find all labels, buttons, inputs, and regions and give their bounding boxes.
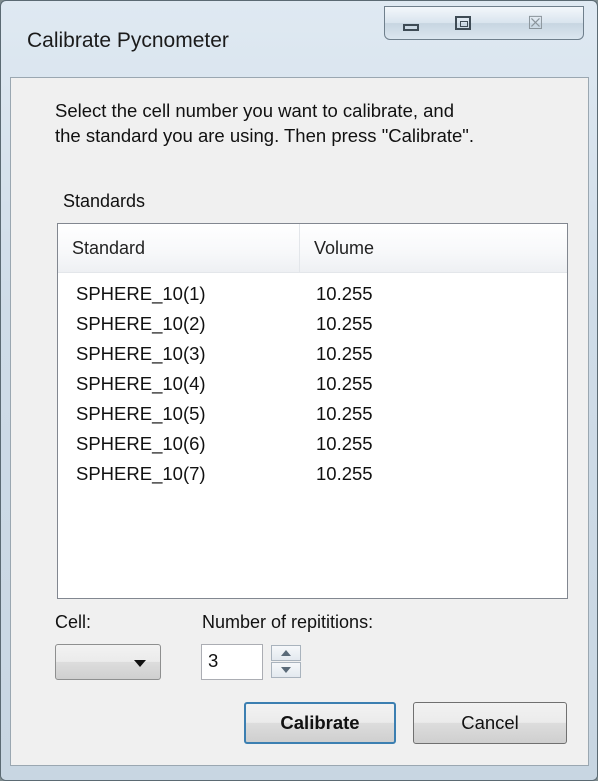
list-header: Standard Volume (58, 224, 567, 273)
standards-list[interactable]: Standard Volume SPHERE_10(1) 10.255 SPHE… (57, 223, 568, 599)
standard-name: SPHERE_10(4) (76, 373, 206, 394)
standards-label: Standards (63, 191, 146, 211)
cell-label: Cell: (55, 612, 92, 632)
standard-volume: 10.255 (316, 313, 373, 334)
calibrate-button[interactable]: Calibrate (244, 702, 396, 744)
standard-volume: 10.255 (316, 403, 373, 424)
minimize-button[interactable] (384, 6, 438, 40)
window-title: Calibrate Pycnometer (27, 29, 229, 52)
list-item[interactable]: SPHERE_10(4) 10.255 (58, 370, 567, 400)
list-item[interactable]: SPHERE_10(7) 10.255 (58, 460, 567, 490)
spin-down-button[interactable] (271, 662, 301, 678)
repetitions-label: Number of repititions: (202, 612, 374, 632)
instructions-text: Select the cell number you want to calib… (55, 100, 475, 146)
maximize-button[interactable] (437, 6, 489, 40)
column-header-standard[interactable]: Standard (58, 224, 300, 272)
list-item[interactable]: SPHERE_10(3) 10.255 (58, 340, 567, 370)
close-icon: ☒ (527, 12, 544, 33)
cancel-button[interactable]: Cancel (413, 702, 567, 744)
cell-dropdown[interactable] (55, 644, 161, 680)
list-item[interactable]: SPHERE_10(1) 10.255 (58, 280, 567, 310)
column-header-volume[interactable]: Volume (300, 224, 568, 272)
standard-name: SPHERE_10(5) (76, 403, 206, 424)
repetitions-input[interactable]: 3 (201, 644, 263, 680)
list-rows: SPHERE_10(1) 10.255 SPHERE_10(2) 10.255 … (58, 280, 567, 490)
standard-name: SPHERE_10(2) (76, 313, 206, 334)
standard-volume: 10.255 (316, 373, 373, 394)
list-item[interactable]: SPHERE_10(5) 10.255 (58, 400, 567, 430)
minimize-icon (403, 23, 419, 31)
standard-name: SPHERE_10(3) (76, 343, 206, 364)
standard-name: SPHERE_10(7) (76, 463, 206, 484)
spin-up-button[interactable] (271, 645, 301, 661)
list-item[interactable]: SPHERE_10(6) 10.255 (58, 430, 567, 460)
standard-volume: 10.255 (316, 283, 373, 304)
dialog-body: Select the cell number you want to calib… (10, 77, 589, 766)
standard-volume: 10.255 (316, 463, 373, 484)
standard-volume: 10.255 (316, 343, 373, 364)
window-bottom-border (1, 766, 597, 780)
standard-volume: 10.255 (316, 433, 373, 454)
repetitions-stepper (271, 645, 303, 679)
standard-name: SPHERE_10(1) (76, 283, 206, 304)
standard-name: SPHERE_10(6) (76, 433, 206, 454)
close-button[interactable]: ☒ (488, 6, 584, 40)
list-item[interactable]: SPHERE_10(2) 10.255 (58, 310, 567, 340)
title-bar[interactable]: Calibrate Pycnometer ☒ (1, 1, 597, 77)
maximize-icon (454, 16, 471, 30)
calibrate-pycnometer-window: Calibrate Pycnometer ☒ Select the cell n… (0, 0, 598, 781)
chevron-down-icon (134, 660, 146, 667)
